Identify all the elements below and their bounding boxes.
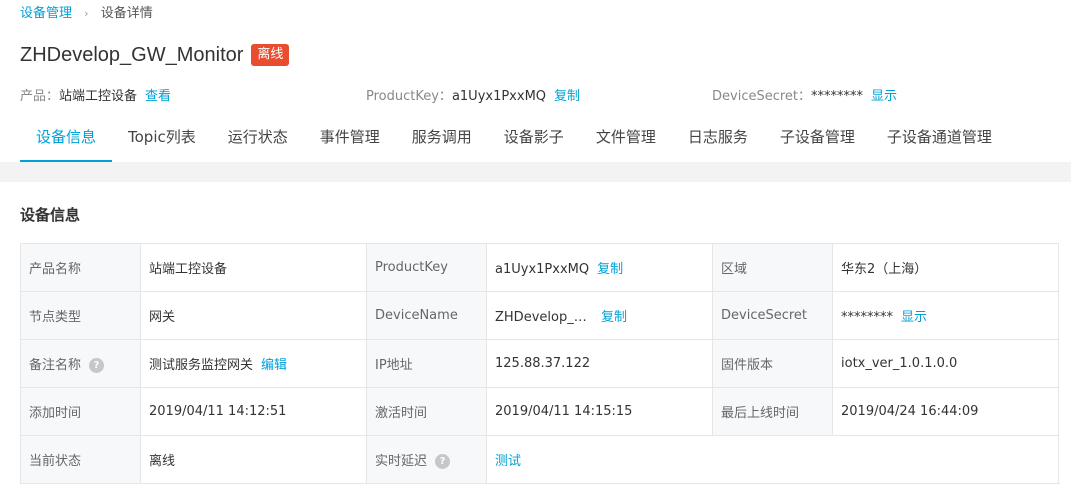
label-region: 区域 xyxy=(712,243,833,292)
value-firmware-version: iotx_ver_1.0.1.0.0 xyxy=(832,339,1059,388)
node-type-text: 网关 xyxy=(149,310,176,325)
label-node-type: 节点类型 xyxy=(20,291,141,340)
value-current-status: 离线 xyxy=(140,435,367,484)
copy-productkey-link[interactable]: 复制 xyxy=(554,89,580,104)
product-value: 站端工控设备 xyxy=(59,89,138,104)
added-time-text: 2019/04/11 14:12:51 xyxy=(149,404,287,419)
value-devicename: ZHDevelop_GW_Monitor 复制 xyxy=(486,291,713,340)
tab-subdevice-channel-management[interactable]: 子设备通道管理 xyxy=(871,114,1008,162)
table-row: 备注名称? 测试服务监控网关 编辑 IP地址 125.88.37.122 固件版本… xyxy=(20,339,1059,388)
product-label: 产品： xyxy=(20,89,60,104)
tab-bar: 设备信息 Topic列表 运行状态 事件管理 服务调用 设备影子 文件管理 日志… xyxy=(20,114,1008,162)
value-ip-address: 125.88.37.122 xyxy=(486,339,713,388)
tab-subdevice-management[interactable]: 子设备管理 xyxy=(764,114,871,162)
productkey-text: a1Uyx1PxxMQ xyxy=(495,262,590,277)
remark-name-label-text: 备注名称 xyxy=(29,358,82,373)
tab-service-invoke[interactable]: 服务调用 xyxy=(396,114,488,162)
value-remark-name: 测试服务监控网关 编辑 xyxy=(140,339,367,388)
last-online-time-text: 2019/04/24 16:44:09 xyxy=(841,404,979,419)
breadcrumb-device-management[interactable]: 设备管理 xyxy=(20,6,72,21)
productkey-value: a1Uyx1PxxMQ xyxy=(451,89,547,104)
value-last-online-time: 2019/04/24 16:44:09 xyxy=(832,387,1059,436)
section-divider xyxy=(0,162,1071,182)
question-help-icon[interactable]: ? xyxy=(435,454,451,469)
label-current-status: 当前状态 xyxy=(20,435,141,484)
chevron-right-icon: › xyxy=(84,7,89,20)
devicename-text: ZHDevelop_GW_Monitor xyxy=(495,310,587,325)
tab-device-info[interactable]: 设备信息 xyxy=(20,114,113,162)
value-node-type: 网关 xyxy=(140,291,367,340)
copy-productkey-button[interactable]: 复制 xyxy=(597,262,623,277)
tab-event-management[interactable]: 事件管理 xyxy=(304,114,396,162)
tab-file-management[interactable]: 文件管理 xyxy=(580,114,672,162)
device-info-table: 产品名称 站端工控设备 ProductKey a1Uyx1PxxMQ 复制 区域 … xyxy=(20,243,1059,484)
label-activated-time: 激活时间 xyxy=(366,387,487,436)
edit-remark-button[interactable]: 编辑 xyxy=(261,358,287,373)
current-status-text: 离线 xyxy=(149,454,176,469)
label-last-online-time: 最后上线时间 xyxy=(712,387,833,436)
breadcrumb: 设备管理 › 设备详情 xyxy=(20,5,153,23)
view-product-link[interactable]: 查看 xyxy=(145,89,171,104)
label-devicename: DeviceName xyxy=(366,291,487,340)
title-row: ZHDevelop_GW_Monitor 离线 xyxy=(20,41,290,69)
label-ip-address: IP地址 xyxy=(366,339,487,388)
meta-productkey: ProductKey：a1Uyx1PxxMQ 复制 xyxy=(366,88,580,106)
value-productkey: a1Uyx1PxxMQ 复制 xyxy=(486,243,713,292)
copy-devicename-button[interactable]: 复制 xyxy=(601,310,627,325)
tab-topic-list[interactable]: Topic列表 xyxy=(112,114,212,162)
tab-log-service[interactable]: 日志服务 xyxy=(672,114,764,162)
value-region: 华东2（上海） xyxy=(832,243,1059,292)
meta-product: 产品：站端工控设备 查看 xyxy=(20,88,171,106)
region-text: 华东2（上海） xyxy=(841,262,928,277)
label-added-time: 添加时间 xyxy=(20,387,141,436)
firmware-version-text: iotx_ver_1.0.1.0.0 xyxy=(841,356,958,371)
activated-time-text: 2019/04/11 14:15:15 xyxy=(495,404,633,419)
devicesecret-text: ******** xyxy=(841,310,893,325)
label-firmware-version: 固件版本 xyxy=(712,339,833,388)
breadcrumb-device-detail: 设备详情 xyxy=(100,6,153,21)
label-remark-name: 备注名称? xyxy=(20,339,141,388)
label-product-name: 产品名称 xyxy=(20,243,141,292)
value-added-time: 2019/04/11 14:12:51 xyxy=(140,387,367,436)
productkey-label: ProductKey： xyxy=(366,89,452,104)
show-devicesecret-link[interactable]: 显示 xyxy=(871,89,897,104)
realtime-latency-label-text: 实时延迟 xyxy=(375,454,428,469)
devicesecret-value: ******** xyxy=(811,89,864,104)
table-row: 节点类型 网关 DeviceName ZHDevelop_GW_Monitor 复… xyxy=(20,291,1059,340)
label-realtime-latency: 实时延迟? xyxy=(366,435,487,484)
ip-address-text: 125.88.37.122 xyxy=(495,356,591,371)
value-product-name: 站端工控设备 xyxy=(140,243,367,292)
value-devicesecret: ******** 显示 xyxy=(832,291,1059,340)
table-row: 添加时间 2019/04/11 14:12:51 激活时间 2019/04/11… xyxy=(20,387,1059,436)
status-badge: 离线 xyxy=(251,44,290,66)
label-productkey: ProductKey xyxy=(366,243,487,292)
page-title: ZHDevelop_GW_Monitor xyxy=(20,43,244,66)
tab-device-shadow[interactable]: 设备影子 xyxy=(488,114,580,162)
test-latency-button[interactable]: 测试 xyxy=(495,454,521,469)
remark-name-text: 测试服务监控网关 xyxy=(149,358,254,373)
table-row: 产品名称 站端工控设备 ProductKey a1Uyx1PxxMQ 复制 区域 … xyxy=(20,243,1059,292)
table-row: 当前状态 离线 实时延迟? 测试 xyxy=(20,435,1059,484)
value-realtime-latency: 测试 xyxy=(486,435,1059,484)
show-devicesecret-button[interactable]: 显示 xyxy=(901,310,927,325)
tab-running-status[interactable]: 运行状态 xyxy=(212,114,304,162)
devicesecret-label: DeviceSecret： xyxy=(712,89,812,104)
value-activated-time: 2019/04/11 14:15:15 xyxy=(486,387,713,436)
label-devicesecret: DeviceSecret xyxy=(712,291,833,340)
meta-devicesecret: DeviceSecret：******** 显示 xyxy=(712,88,897,106)
section-title: 设备信息 xyxy=(20,206,81,224)
product-name-text: 站端工控设备 xyxy=(149,262,228,277)
question-help-icon[interactable]: ? xyxy=(89,358,105,373)
